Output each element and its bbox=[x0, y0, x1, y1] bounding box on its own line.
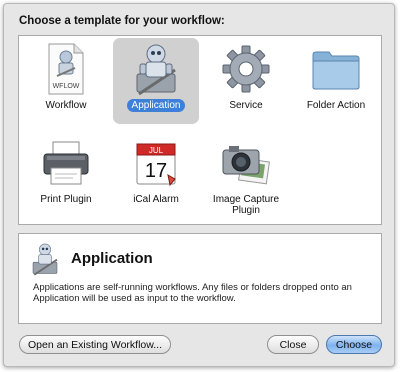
template-service[interactable]: Service bbox=[203, 38, 289, 124]
template-label: Folder Action bbox=[306, 100, 366, 111]
description-text: Applications are self-running workflows.… bbox=[33, 282, 352, 304]
calendar-month: JUL bbox=[149, 146, 164, 155]
automator-robot-icon bbox=[29, 242, 61, 276]
template-ical-alarm[interactable]: JUL 17 iCal Alarm bbox=[113, 132, 199, 218]
calendar-day: 17 bbox=[145, 160, 167, 182]
ical-calendar-icon: JUL 17 bbox=[130, 134, 182, 192]
dialog-heading: Choose a template for your workflow: bbox=[19, 15, 225, 27]
description-title: Application bbox=[71, 250, 153, 267]
camera-icon bbox=[220, 134, 272, 192]
open-existing-workflow-button[interactable]: Open an Existing Workflow... bbox=[19, 335, 171, 354]
template-chooser-dialog: Choose a template for your workflow: WFL… bbox=[3, 3, 395, 367]
template-label: Service bbox=[229, 100, 263, 111]
template-image-capture-plugin[interactable]: Image Capture Plugin bbox=[203, 132, 289, 218]
printer-icon bbox=[40, 134, 92, 192]
wflow-badge: WFLOW bbox=[53, 83, 80, 90]
template-label: Print Plugin bbox=[40, 194, 92, 205]
choose-button[interactable]: Choose bbox=[326, 335, 382, 354]
gear-icon bbox=[220, 40, 272, 98]
template-description-panel: Application Applications are self-runnin… bbox=[18, 233, 382, 324]
template-folder-action[interactable]: Folder Action bbox=[293, 38, 379, 124]
close-button[interactable]: Close bbox=[267, 335, 319, 354]
template-label: Workflow bbox=[45, 100, 87, 111]
template-print-plugin[interactable]: Print Plugin bbox=[23, 132, 109, 218]
folder-icon bbox=[310, 40, 362, 98]
template-label: Image Capture Plugin bbox=[212, 194, 280, 216]
wflow-document-icon: WFLOW bbox=[40, 40, 92, 98]
template-application[interactable]: Application bbox=[113, 38, 199, 124]
template-label: iCal Alarm bbox=[133, 194, 179, 205]
template-grid: WFLOW Workflow Application Service Folde… bbox=[18, 35, 382, 225]
template-label: Application bbox=[126, 99, 186, 112]
template-workflow[interactable]: WFLOW Workflow bbox=[23, 38, 109, 124]
automator-robot-icon bbox=[130, 40, 182, 98]
